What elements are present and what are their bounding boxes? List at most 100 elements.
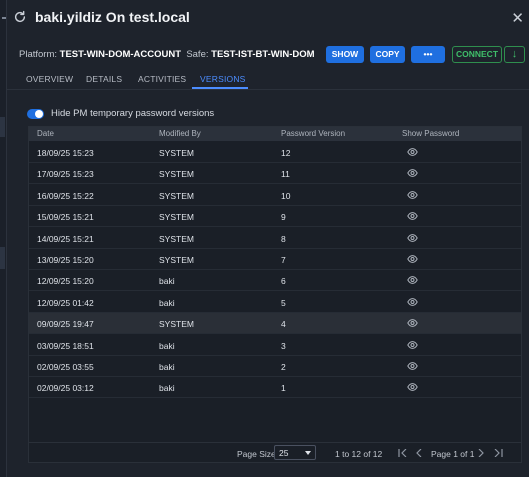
- cell-password-version: 7: [281, 255, 286, 265]
- tab-details[interactable]: DETAILS: [86, 74, 122, 84]
- cell-date: 18/09/25 15:23: [37, 148, 94, 158]
- connect-dropdown-button[interactable]: ↓: [504, 46, 525, 63]
- cell-modified-by: SYSTEM: [159, 190, 194, 201]
- next-page-icon[interactable]: [478, 449, 484, 457]
- tab-bar: OVERVIEW DETAILS ACTIVITIES VERSIONS: [7, 69, 529, 90]
- cell-modified-by: baki: [159, 276, 175, 287]
- account-info: Platform: TEST-WIN-DOM-ACCOUNT Safe: TES…: [19, 49, 315, 60]
- cell-modified-by: baki: [159, 383, 175, 394]
- prev-page-icon[interactable]: [416, 449, 422, 457]
- cell-password-version: 11: [281, 169, 290, 180]
- column-header-modified-by[interactable]: Modified By: [159, 129, 201, 138]
- cell-modified-by: SYSTEM: [159, 233, 194, 244]
- close-icon[interactable]: ✕: [511, 9, 524, 27]
- page-indicator: Page 1 of 1: [431, 449, 475, 459]
- hide-temp-versions-toggle[interactable]: [27, 109, 44, 119]
- cell-password-version: 10: [281, 190, 291, 201]
- background-selection: [0, 247, 5, 269]
- copy-button[interactable]: COPY: [370, 46, 405, 63]
- safe-label: Safe:: [186, 49, 209, 60]
- account-info-bar: Platform: TEST-WIN-DOM-ACCOUNT Safe: TES…: [7, 44, 529, 64]
- cell-password-version: 6: [281, 276, 286, 287]
- versions-table: Date Modified By Password Version Show P…: [28, 126, 522, 463]
- table-row[interactable]: 03/09/25 18:51 baki 3: [29, 335, 521, 356]
- background-selection: [0, 117, 5, 137]
- table-header: Date Modified By Password Version Show P…: [29, 127, 521, 141]
- tab-versions[interactable]: VERSIONS: [200, 74, 246, 84]
- cell-modified-by: baki: [159, 297, 175, 308]
- cell-date: 14/09/25 15:21: [37, 233, 94, 244]
- cell-password-version: 12: [281, 148, 291, 158]
- table-row[interactable]: 12/09/25 15:20 baki 6: [29, 270, 521, 292]
- cell-modified-by: SYSTEM: [159, 319, 194, 330]
- cell-date: 12/09/25 15:20: [37, 276, 94, 287]
- download-icon: ↓: [511, 48, 518, 60]
- eye-icon[interactable]: [407, 319, 418, 328]
- eye-icon[interactable]: [407, 190, 418, 199]
- refresh-icon[interactable]: [13, 10, 27, 24]
- tab-activities[interactable]: ACTIVITIES: [138, 74, 186, 84]
- eye-icon[interactable]: [407, 297, 418, 306]
- cell-modified-by: SYSTEM: [159, 212, 194, 223]
- eye-icon[interactable]: [407, 169, 418, 178]
- modal-titlebar: baki.yildiz On test.local ✕: [7, 0, 529, 36]
- first-page-icon[interactable]: [398, 449, 407, 457]
- table-row[interactable]: 16/09/25 15:22 SYSTEM 10: [29, 185, 521, 206]
- cell-modified-by: baki: [159, 362, 175, 372]
- cell-date: 09/09/25 19:47: [37, 319, 94, 330]
- column-header-date[interactable]: Date: [37, 129, 54, 138]
- cell-modified-by: SYSTEM: [159, 255, 194, 265]
- table-row[interactable]: 15/09/25 15:21 SYSTEM 9: [29, 206, 521, 228]
- cell-date: 02/09/25 03:12: [37, 383, 94, 394]
- eye-icon[interactable]: [407, 148, 418, 156]
- modal-title: baki.yildiz On test.local: [35, 9, 190, 25]
- page-range-text: 1 to 12 of 12: [335, 449, 383, 459]
- eye-icon[interactable]: [407, 276, 418, 285]
- cell-date: 17/09/25 15:23: [37, 169, 94, 180]
- platform-label: Platform:: [19, 49, 58, 60]
- cell-password-version: 3: [281, 340, 286, 351]
- cell-date: 16/09/25 15:22: [37, 190, 94, 201]
- eye-icon[interactable]: [407, 383, 418, 392]
- table-row[interactable]: 18/09/25 15:23 SYSTEM 12: [29, 142, 521, 163]
- table-row[interactable]: 02/09/25 03:12 baki 1: [29, 377, 521, 399]
- active-tab-indicator: [192, 87, 248, 89]
- cell-modified-by: SYSTEM: [159, 169, 194, 180]
- last-page-icon[interactable]: [494, 449, 503, 457]
- table-row[interactable]: 14/09/25 15:21 SYSTEM 8: [29, 228, 521, 249]
- more-actions-button[interactable]: •••: [411, 46, 445, 63]
- safe-value: TEST-IST-BT-WIN-DOM: [211, 49, 315, 60]
- table-row[interactable]: 13/09/25 15:20 SYSTEM 7: [29, 249, 521, 270]
- page-size-select[interactable]: 25: [274, 445, 316, 460]
- cell-password-version: 8: [281, 233, 286, 244]
- platform-value: TEST-WIN-DOM-ACCOUNT: [59, 49, 182, 60]
- hide-temp-versions-label: Hide PM temporary password versions: [51, 108, 215, 119]
- eye-icon[interactable]: [407, 255, 418, 263]
- cell-date: 03/09/25 18:51: [37, 340, 94, 351]
- account-versions-modal: baki.yildiz On test.local ✕ Platform: TE…: [6, 0, 529, 477]
- cell-date: 02/09/25 03:55: [37, 362, 94, 372]
- table-row[interactable]: 02/09/25 03:55 baki 2: [29, 356, 521, 377]
- eye-icon[interactable]: [407, 233, 418, 242]
- eye-icon[interactable]: [407, 340, 418, 349]
- column-header-show-password[interactable]: Show Password: [402, 129, 459, 138]
- eye-icon[interactable]: [407, 212, 418, 221]
- show-button[interactable]: SHOW: [326, 46, 364, 63]
- cell-modified-by: baki: [159, 340, 175, 351]
- eye-icon[interactable]: [407, 362, 418, 370]
- tab-overview[interactable]: OVERVIEW: [26, 74, 73, 84]
- connect-button[interactable]: CONNECT: [452, 46, 502, 63]
- column-header-password-version[interactable]: Password Version: [281, 129, 345, 138]
- cell-modified-by: SYSTEM: [159, 148, 194, 158]
- table-row[interactable]: 12/09/25 01:42 baki 5: [29, 292, 521, 313]
- table-row[interactable]: 09/09/25 19:47 SYSTEM 4: [29, 313, 521, 335]
- table-row[interactable]: 17/09/25 15:23 SYSTEM 11: [29, 163, 521, 185]
- cell-password-version: 5: [281, 297, 286, 308]
- chevron-down-icon: [305, 451, 311, 455]
- cell-date: 13/09/25 15:20: [37, 255, 94, 265]
- cell-date: 15/09/25 15:21: [37, 212, 94, 223]
- cell-password-version: 4: [281, 319, 286, 330]
- cell-password-version: 2: [281, 362, 286, 372]
- cell-password-version: 9: [281, 212, 286, 223]
- page-size-label: Page Size:: [237, 449, 279, 459]
